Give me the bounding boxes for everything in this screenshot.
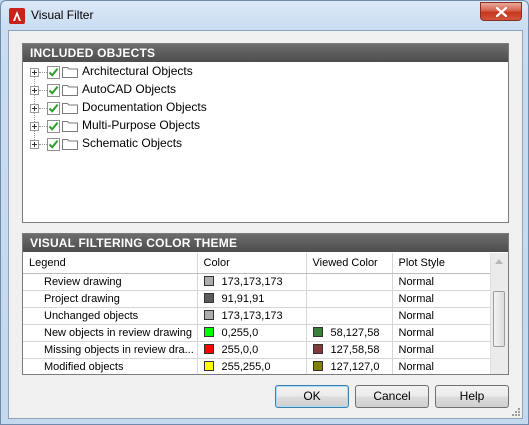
legend-cell: Missing objects in review dra... [23,341,198,359]
tree-item-label: Schematic Objects [82,136,183,150]
folder-icon [62,138,78,150]
folder-icon [62,102,78,114]
table-row[interactable]: Unchanged objects 173,173,173 Normal [23,307,491,325]
legend-cell: New objects in review drawing [23,324,198,342]
cancel-button[interactable]: Cancel [355,385,429,408]
color-cell[interactable]: 255,255,0 [197,358,307,374]
tree-item-documentation-objects[interactable]: Documentation Objects [23,99,323,117]
vertical-scrollbar[interactable] [490,253,508,374]
window-title: Visual Filter [31,8,94,22]
table-row[interactable]: Modified objects 255,255,0 127,127,0 Nor… [23,358,491,374]
included-objects-tree: Architectural Objects AutoCAD Objects Do… [23,63,508,222]
close-button[interactable] [480,2,522,21]
legend-cell: Project drawing [23,290,198,308]
column-header-plot-style[interactable]: Plot Style [392,253,491,274]
checkmark-icon [48,139,59,149]
color-swatch [203,293,214,303]
viewed-color-swatch [312,344,323,354]
expand-icon[interactable] [30,140,39,149]
expand-icon[interactable] [30,68,39,77]
viewed-color-cell[interactable] [306,307,393,325]
scrollbar-thumb[interactable] [493,291,505,347]
color-swatch [203,361,214,371]
checkbox-documentation-objects[interactable] [47,102,60,115]
legend-cell: Review drawing [23,273,198,291]
viewed-color-cell[interactable] [306,290,393,308]
viewed-color-swatch [312,361,323,371]
folder-icon [62,120,78,132]
table-row[interactable]: Project drawing 91,91,91 Normal [23,290,491,308]
autocad-app-icon [9,8,25,24]
resize-grip-icon[interactable] [510,406,521,417]
checkbox-schematic-objects[interactable] [47,138,60,151]
color-cell[interactable]: 255,0,0 [197,341,307,359]
table-row[interactable]: New objects in review drawing 0,255,0 58… [23,324,491,342]
tree-item-label: Documentation Objects [82,100,207,114]
scroll-up-arrow-icon[interactable] [495,259,503,264]
checkbox-architectural-objects[interactable] [47,66,60,79]
ok-button[interactable]: OK [275,385,349,408]
color-theme-panel: VISUAL FILTERING COLOR THEME Legend Colo… [22,233,509,375]
plot-style-cell[interactable]: Normal [392,307,491,325]
color-theme-table: Legend Color Viewed Color Plot Style Rev… [23,253,491,374]
folder-icon [62,66,78,78]
visual-filter-dialog: Visual Filter INCLUDED OBJECTS Architect… [0,0,529,425]
tree-item-label: AutoCAD Objects [82,82,177,96]
color-cell[interactable]: 173,173,173 [197,307,307,325]
color-swatch [203,344,214,354]
included-objects-panel: INCLUDED OBJECTS Architectural Objects A… [22,43,509,223]
dialog-body: INCLUDED OBJECTS Architectural Objects A… [8,30,523,419]
column-header-legend[interactable]: Legend [23,253,198,274]
legend-cell: Unchanged objects [23,307,198,325]
viewed-color-cell[interactable] [306,273,393,291]
color-swatch [203,327,214,337]
help-button[interactable]: Help [435,385,509,408]
checkmark-icon [48,67,59,77]
viewed-color-cell[interactable]: 127,58,58 [306,341,393,359]
plot-style-cell[interactable]: Normal [392,358,491,374]
tree-item-multi-purpose-objects[interactable]: Multi-Purpose Objects [23,117,323,135]
viewed-color-cell[interactable]: 127,127,0 [306,358,393,374]
included-objects-header: INCLUDED OBJECTS [23,44,508,62]
close-icon [496,7,507,17]
tree-item-autocad-objects[interactable]: AutoCAD Objects [23,81,323,99]
color-cell[interactable]: 91,91,91 [197,290,307,308]
tree-item-architectural-objects[interactable]: Architectural Objects [23,63,323,81]
checkmark-icon [48,103,59,113]
viewed-color-cell[interactable]: 58,127,58 [306,324,393,342]
color-swatch [203,310,214,320]
column-header-viewed-color[interactable]: Viewed Color [306,253,393,274]
color-cell[interactable]: 0,255,0 [197,324,307,342]
table-row[interactable]: Review drawing 173,173,173 Normal [23,273,491,291]
plot-style-cell[interactable]: Normal [392,273,491,291]
tree-item-label: Architectural Objects [82,64,193,78]
folder-icon [62,84,78,96]
table-row[interactable]: Missing objects in review dra... 255,0,0… [23,341,491,359]
checkmark-icon [48,121,59,131]
table-header-row: Legend Color Viewed Color Plot Style [23,253,491,274]
tree-item-schematic-objects[interactable]: Schematic Objects [23,135,323,153]
plot-style-cell[interactable]: Normal [392,341,491,359]
checkbox-autocad-objects[interactable] [47,84,60,97]
expand-icon[interactable] [30,104,39,113]
expand-icon[interactable] [30,122,39,131]
viewed-color-swatch [312,327,323,337]
color-theme-header: VISUAL FILTERING COLOR THEME [23,234,508,252]
plot-style-cell[interactable]: Normal [392,290,491,308]
color-swatch [203,276,214,286]
plot-style-cell[interactable]: Normal [392,324,491,342]
expand-icon[interactable] [30,86,39,95]
legend-cell: Modified objects [23,358,198,374]
checkmark-icon [48,85,59,95]
checkbox-multi-purpose-objects[interactable] [47,120,60,133]
title-bar[interactable]: Visual Filter [1,1,528,31]
color-cell[interactable]: 173,173,173 [197,273,307,291]
tree-item-label: Multi-Purpose Objects [82,118,201,132]
column-header-color[interactable]: Color [197,253,307,274]
